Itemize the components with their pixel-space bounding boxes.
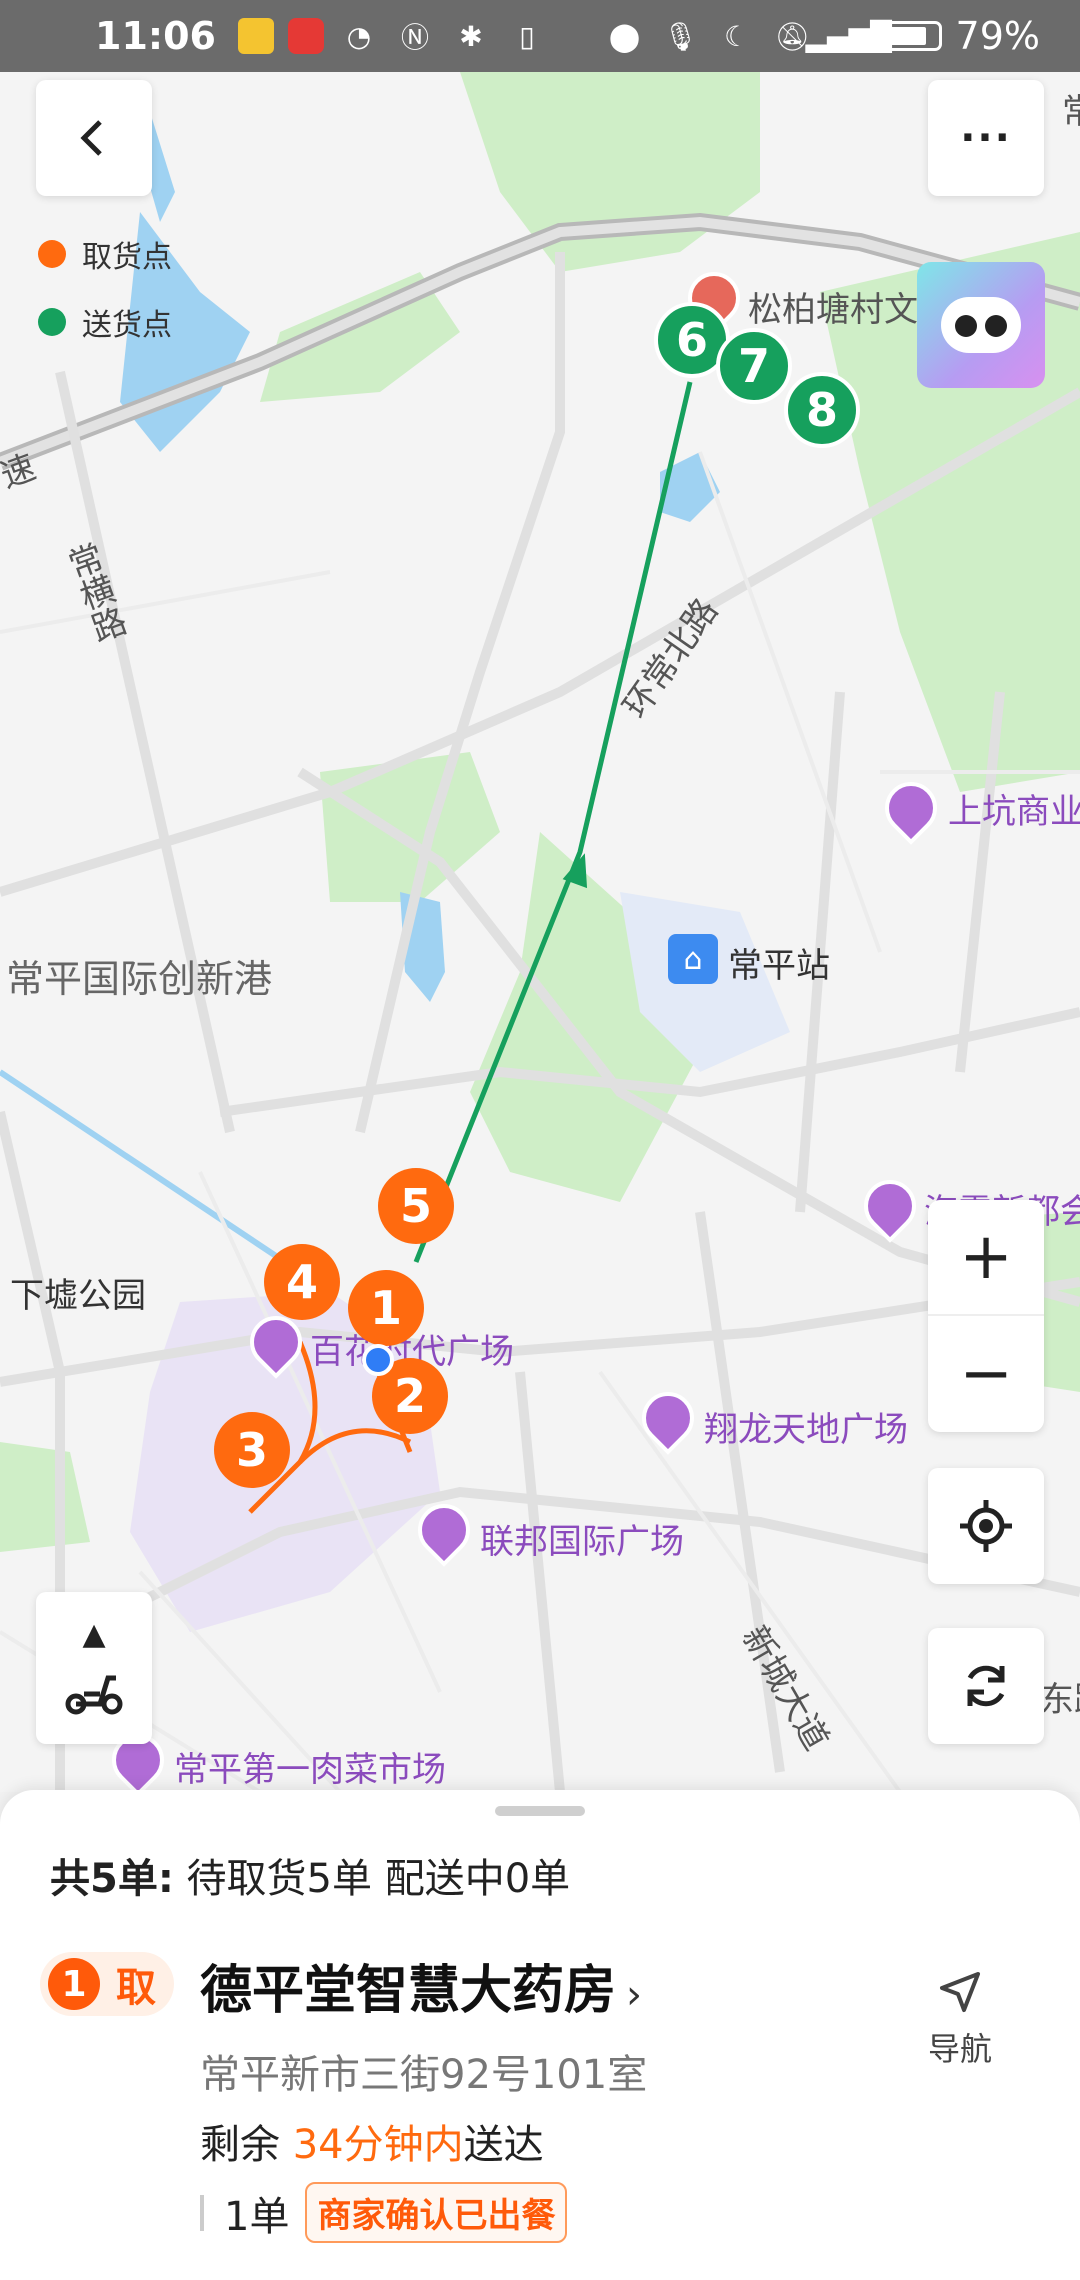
remain-suffix: 送达: [463, 2122, 544, 2168]
pickup-badge: 1 取: [40, 1952, 174, 2016]
map-view[interactable]: 松柏塘村文 常横路 环常北路 上坑商业 ⌂ 常平站 常平国际创新港 下墟公园 百…: [0, 72, 1080, 1792]
pickup-marker-5[interactable]: 5: [378, 1168, 454, 1244]
status-time: 11:06: [95, 14, 216, 58]
store-name-link[interactable]: 德平堂智慧大药房 ›: [200, 1948, 642, 2023]
pickup-marker-3[interactable]: 3: [214, 1412, 290, 1488]
navigation-arrow-icon: [940, 1972, 980, 2012]
delivery-marker-7[interactable]: 7: [716, 328, 792, 404]
scooter-icon: [65, 1675, 123, 1715]
map-label-lianbang-plaza: 联邦国际广场: [480, 1522, 684, 1562]
order-total: 共5单:: [50, 1856, 174, 1902]
map-label-shangkeng: 上坑商业: [948, 792, 1080, 832]
map-label-xianglong-plaza: 翔龙天地广场: [704, 1410, 908, 1450]
locate-icon: [960, 1500, 1012, 1552]
divider: [200, 2194, 204, 2231]
sheet-drag-handle[interactable]: [495, 1806, 585, 1816]
scooter-toggle-button[interactable]: ▲: [36, 1592, 152, 1744]
app-icon: [237, 18, 274, 54]
order-summary: 共5单: 待取货5单 配送中0单: [50, 1846, 570, 1904]
map-label-songbaitang: 松柏塘村文: [748, 290, 918, 330]
assistant-robot-button[interactable]: [917, 262, 1045, 388]
pickup-dot-icon: [38, 240, 66, 268]
order-count: 1单: [224, 2193, 290, 2240]
pickup-marker-4[interactable]: 4: [264, 1244, 340, 1320]
map-label-first-market: 常平第一肉菜市场: [174, 1750, 446, 1790]
speed-icon: ◔: [346, 19, 372, 53]
order-info-row: 1单 商家确认已出餐: [200, 2182, 568, 2243]
map-legend: 取货点 送货点: [38, 232, 172, 368]
map-label-east-road: 东路: [1040, 1680, 1080, 1720]
status-badge: 商家确认已出餐: [305, 2182, 568, 2243]
delivery-marker-8[interactable]: 8: [784, 372, 860, 448]
robot-icon: [941, 297, 1021, 353]
delivery-dot-icon: [38, 308, 66, 336]
navigate-label: 导航: [927, 2030, 992, 2068]
vibrate-icon: ▯: [519, 19, 535, 53]
status-bar: 11:06 ◔ Ⓝ ✱ ▯ ⬤ 🎙︎ ☾ 🔕︎ ▂▄▆█ 79%: [0, 0, 1080, 72]
location-icon: ⬤: [608, 19, 641, 53]
map-label-changping-innovation: 常平国际创新港: [6, 957, 273, 1001]
moon-icon: ☾: [723, 19, 750, 53]
back-button[interactable]: [36, 80, 152, 196]
map-label-right-top: 常: [1062, 92, 1080, 132]
navigate-button[interactable]: 导航: [920, 1970, 1000, 2070]
remain-time-highlight: 34分钟内: [292, 2122, 464, 2168]
pickup-badge-number: 1: [48, 1958, 100, 2010]
remain-prefix: 剩余: [200, 2122, 293, 2168]
pickup-marker-1[interactable]: 1: [348, 1270, 424, 1346]
zoom-out-button[interactable]: −: [928, 1316, 1044, 1432]
mic-icon: 🎙︎: [662, 19, 699, 53]
store-name: 德平堂智慧大药房: [200, 1961, 617, 2021]
order-status-detail: 待取货5单 配送中0单: [186, 1856, 571, 1902]
more-dots-icon: ···: [960, 115, 1012, 161]
store-address: 常平新市三街92号101室: [200, 2052, 648, 2098]
legend-pickup-label: 取货点: [82, 240, 172, 275]
order-bottom-sheet[interactable]: 共5单: 待取货5单 配送中0单 1 取 德平堂智慧大药房 › 常平新市三街92号…: [0, 1790, 1080, 2280]
signal-icon: ▂▄▆█: [805, 19, 892, 53]
back-arrow-icon: [80, 120, 102, 156]
chevron-right-icon: ›: [626, 1972, 643, 2018]
bluetooth-icon: ✱: [459, 19, 483, 53]
refresh-icon: [967, 1665, 1005, 1707]
battery-percent: 79%: [955, 14, 1040, 58]
pickup-badge-text: 取: [116, 1965, 156, 2011]
station-icon: ⌂: [668, 934, 718, 984]
legend-delivery-label: 送货点: [82, 308, 172, 343]
map-label-xiaxu-park: 下墟公园: [10, 1276, 146, 1316]
locate-button[interactable]: [928, 1468, 1044, 1584]
map-label-changping-station: 常平站: [728, 946, 830, 986]
nfc-icon: Ⓝ: [400, 21, 429, 54]
chevron-up-icon: ▲: [82, 1617, 106, 1652]
more-button[interactable]: ···: [928, 80, 1044, 196]
remaining-time: 剩余 34分钟内送达: [200, 2112, 544, 2170]
battery-icon: [883, 21, 942, 51]
zoom-in-button[interactable]: +: [928, 1200, 1044, 1316]
zoom-control: + −: [928, 1200, 1044, 1432]
current-location-dot: [362, 1344, 394, 1376]
huawei-store-icon: [287, 18, 324, 54]
refresh-button[interactable]: [928, 1628, 1044, 1744]
